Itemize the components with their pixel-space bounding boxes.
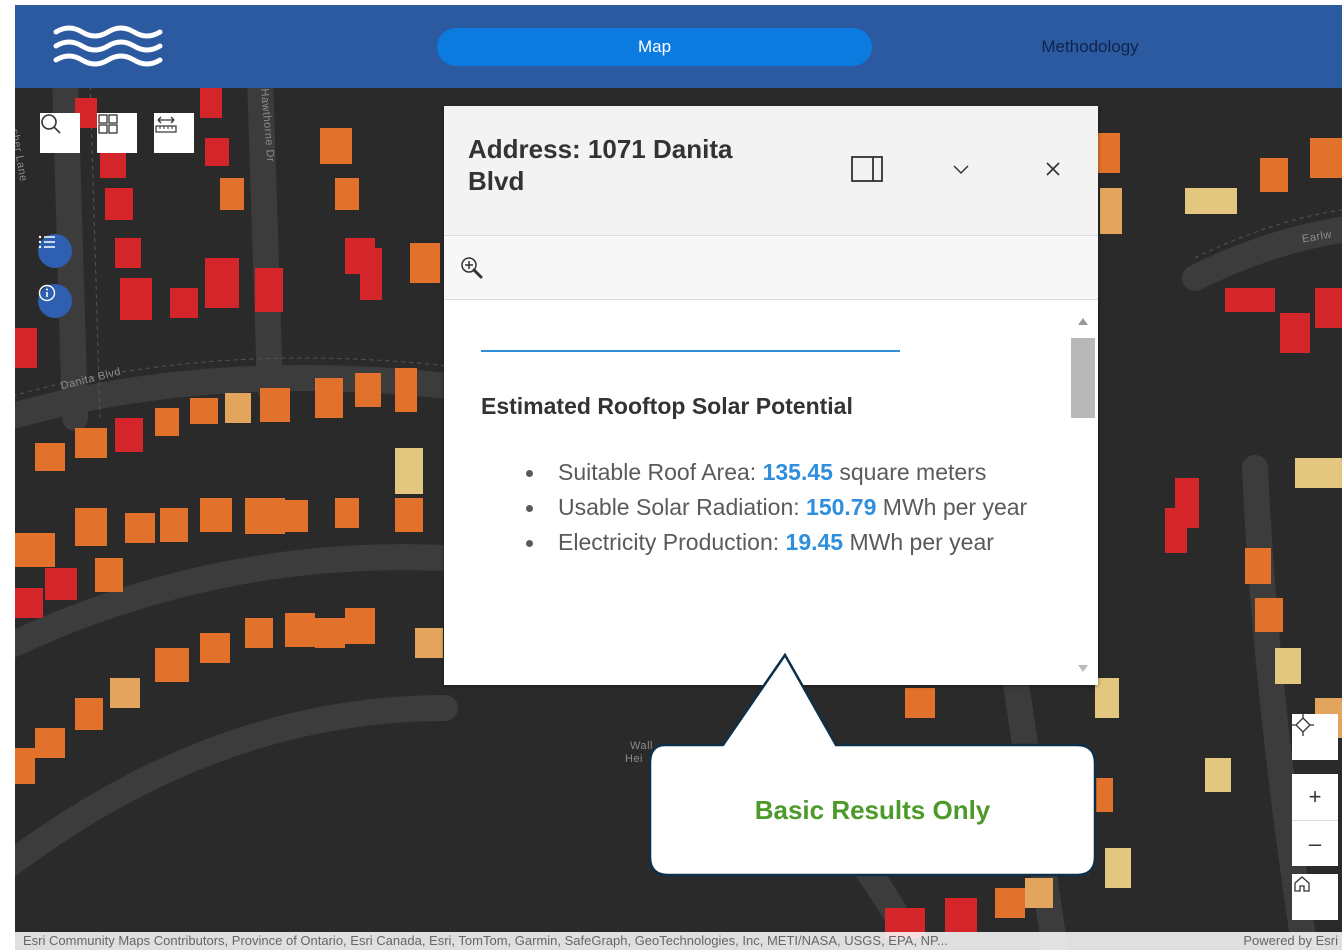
popup-title: Address: 1071 Danita Blvd xyxy=(468,134,733,196)
tab-methodology[interactable]: Methodology xyxy=(875,28,1305,66)
result-unit: MWh per year xyxy=(843,529,994,555)
result-label: Suitable Roof Area: xyxy=(558,459,763,485)
home-button[interactable] xyxy=(1292,874,1338,920)
result-label: Usable Solar Radiation: xyxy=(558,494,807,520)
popup-content[interactable]: Estimated Rooftop Solar Potential Suitab… xyxy=(444,300,1098,685)
dock-icon xyxy=(851,155,883,187)
app-window: Map Methodology Hawthorne Dr sher Lane D… xyxy=(15,5,1342,950)
list-item: Suitable Roof Area: 135.45 square meters xyxy=(526,455,1046,490)
result-value: 150.79 xyxy=(806,494,877,520)
street-label-hei: Hei xyxy=(625,753,644,765)
close-icon xyxy=(1045,161,1061,182)
feature-popup: Address: 1071 Danita Blvd Estimated Roof… xyxy=(444,106,1098,685)
attribution-sources: Esri Community Maps Contributors, Provin… xyxy=(23,933,948,948)
locate-button[interactable] xyxy=(1292,714,1338,760)
result-value: 135.45 xyxy=(762,459,833,485)
search-button[interactable] xyxy=(40,113,80,153)
result-label: Electricity Production: xyxy=(558,529,786,555)
measure-button[interactable] xyxy=(154,113,194,153)
map-attribution: Esri Community Maps Contributors, Provin… xyxy=(15,932,1342,950)
chevron-down-icon xyxy=(953,162,969,180)
basemap-gallery-button[interactable] xyxy=(97,113,137,153)
list-item: Electricity Production: 19.45 MWh per ye… xyxy=(526,525,1046,560)
info-button[interactable] xyxy=(38,284,72,318)
results-list: Suitable Roof Area: 135.45 square meters… xyxy=(526,455,1046,560)
waves-logo-icon[interactable] xyxy=(53,23,163,74)
content-divider xyxy=(481,350,900,352)
section-title: Estimated Rooftop Solar Potential xyxy=(481,393,853,419)
close-button[interactable] xyxy=(1038,156,1068,186)
zoom-out-button[interactable]: – xyxy=(1292,820,1338,866)
top-navigation-bar: Map Methodology xyxy=(15,5,1342,88)
collapse-button[interactable] xyxy=(946,156,976,186)
zoom-to-icon[interactable] xyxy=(460,256,484,285)
tab-map[interactable]: Map xyxy=(437,28,872,66)
list-item: Usable Solar Radiation: 150.79 MWh per y… xyxy=(526,490,1046,525)
layer-list-button[interactable] xyxy=(38,234,72,268)
result-unit: square meters xyxy=(832,459,987,485)
popup-scrollbar[interactable] xyxy=(1070,305,1096,675)
popup-header: Address: 1071 Danita Blvd xyxy=(444,106,1098,236)
powered-by-link[interactable]: Powered by Esri xyxy=(1243,932,1338,950)
callout-text: Basic Results Only xyxy=(754,795,991,825)
street-label-wall: Wall xyxy=(630,740,653,752)
dock-button[interactable] xyxy=(851,155,883,187)
result-unit: MWh per year xyxy=(876,494,1028,520)
popup-action-bar xyxy=(444,236,1098,300)
result-value: 19.45 xyxy=(785,529,844,555)
zoom-in-button[interactable]: + xyxy=(1292,774,1338,820)
